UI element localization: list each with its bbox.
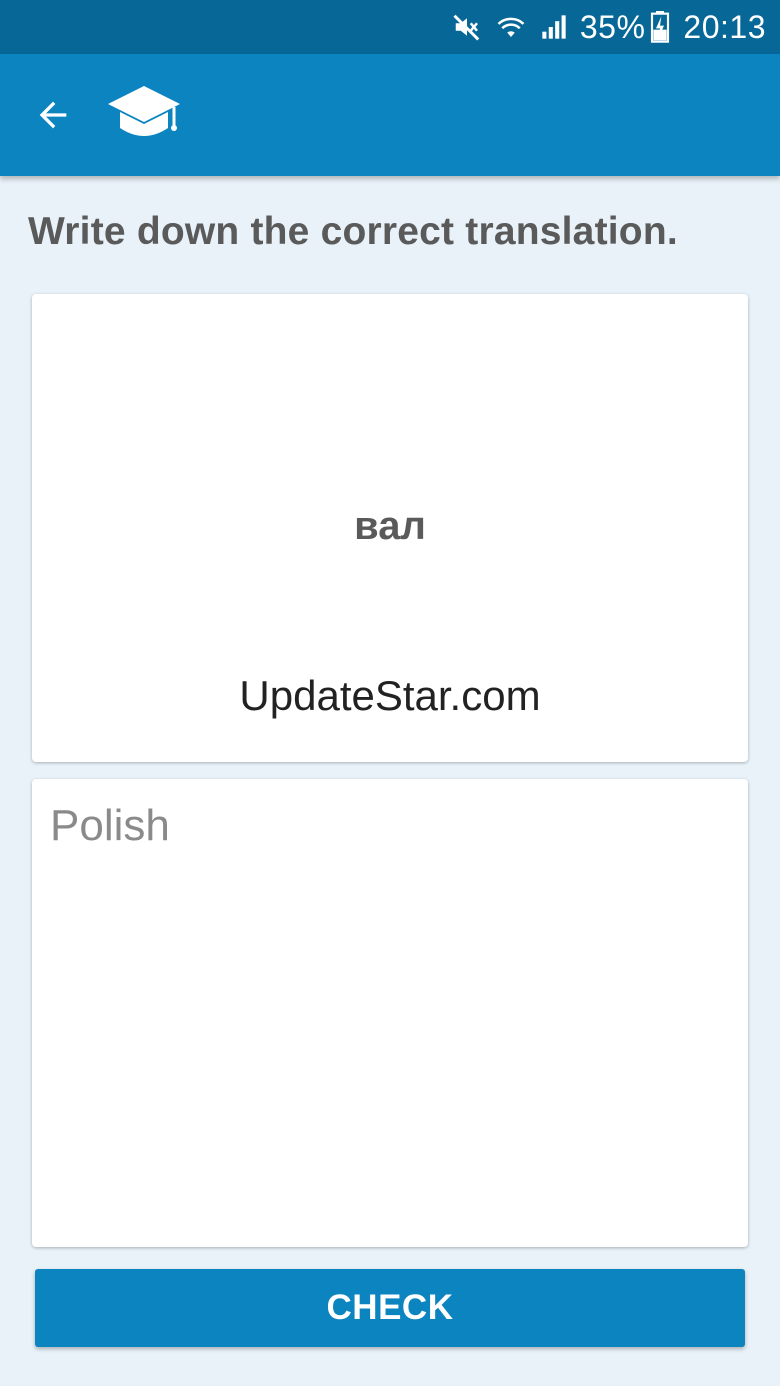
- check-button[interactable]: CHECK: [35, 1269, 745, 1347]
- translation-input[interactable]: [32, 779, 748, 1247]
- answer-card: [32, 779, 748, 1247]
- battery-charging-icon: [649, 11, 671, 43]
- wifi-icon: [496, 12, 526, 42]
- signal-icon: [540, 13, 568, 41]
- back-arrow-icon: [39, 101, 67, 129]
- source-word: вал: [354, 504, 426, 548]
- word-card: вал UpdateStar.com: [32, 294, 748, 762]
- app-bar: [0, 54, 780, 176]
- watermark: UpdateStar.com: [239, 672, 541, 719]
- status-bar: 35% 20:13: [0, 0, 780, 54]
- clock: 20:13: [683, 8, 766, 45]
- back-button[interactable]: [18, 80, 88, 150]
- mute-icon: [452, 12, 482, 42]
- instruction-text: Write down the correct translation.: [28, 210, 678, 253]
- battery-percent: 35%: [579, 8, 646, 45]
- graduation-cap-icon: [106, 84, 182, 146]
